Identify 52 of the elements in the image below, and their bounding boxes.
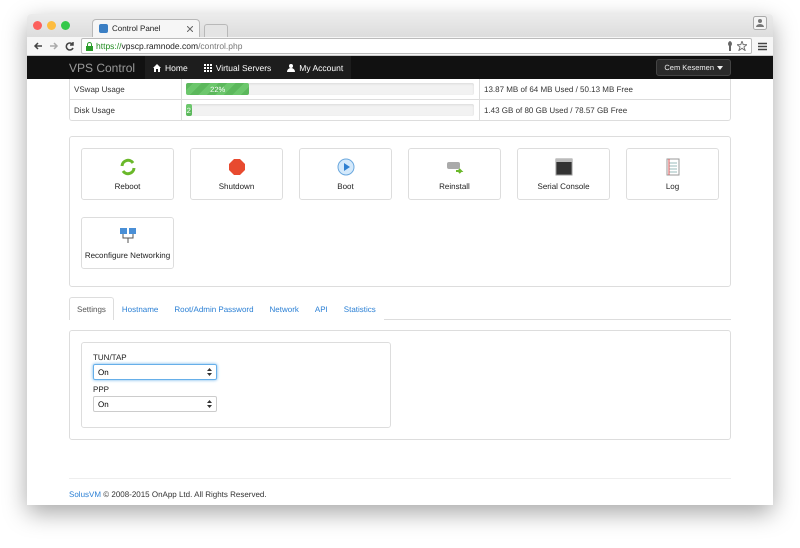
brand-title[interactable]: VPS Control [69,60,145,74]
tab[interactable]: Settings [69,297,114,320]
nav-link[interactable]: My Account [279,56,352,79]
home-icon [153,64,161,72]
network-computers-icon [118,226,136,244]
minimize-window-icon[interactable] [47,21,56,30]
tab-title: Control Panel [112,24,162,33]
action-button[interactable]: Reboot [81,148,174,200]
action-button[interactable]: Shutdown [190,148,283,200]
grid-icon [204,64,212,72]
site-favicon-icon [99,24,108,33]
table-cell: 1.43 GB of 80 GB Used / 78.57 GB Free [479,100,730,120]
lock-icon [86,42,93,50]
refresh-icon [118,158,136,176]
footer-text: SolusVM © 2008-2015 OnApp Ltd. All Rights Reserved. [69,490,267,499]
table-cell-text: Disk Usage [73,104,116,117]
stop-sign-icon [228,158,246,176]
zoom-window-icon[interactable] [61,21,70,30]
nav-link[interactable]: Home [145,56,196,79]
key-icon [726,41,734,51]
nav-link[interactable]: Virtual Servers [196,56,280,79]
footer-link[interactable]: SolusVM [69,490,102,499]
forward-icon [49,41,59,51]
updown-icon [207,368,212,376]
select-field[interactable]: On [93,396,217,412]
tab-close-icon [187,26,193,32]
back-icon [33,41,43,51]
updown-icon [207,400,212,408]
person-icon [753,16,767,30]
select-field[interactable]: On [93,364,217,380]
address-bar[interactable]: https://vpscp.ramnode.com/control.php [81,38,752,54]
table-cell: 13.87 MB of 64 MB Used / 50.13 MB Free [479,79,730,99]
user-icon [287,64,296,72]
play-icon [336,158,354,176]
action-button[interactable]: Reconfigure Networking [81,217,174,269]
action-button[interactable]: Serial Console [517,148,610,200]
caret-icon [717,66,723,70]
menu-icon [758,42,767,50]
reload-icon [65,41,75,51]
action-button[interactable]: Log [626,148,719,200]
field-label: TUN/TAP [93,353,128,362]
terminal-icon [554,158,572,176]
action-button[interactable]: Reinstall [408,148,501,200]
field-label: PPP [93,385,110,394]
table-cell-text: VSwap Usage [73,84,126,96]
star-icon [737,41,747,51]
browser-tab[interactable]: Control Panel [92,19,200,37]
close-window-icon[interactable] [33,21,42,30]
notepad-icon [666,158,680,176]
action-button[interactable]: Boot [299,148,392,200]
url-text: https://vpscp.ramnode.com/control.php [96,41,242,51]
new-tab-button[interactable] [204,24,228,37]
